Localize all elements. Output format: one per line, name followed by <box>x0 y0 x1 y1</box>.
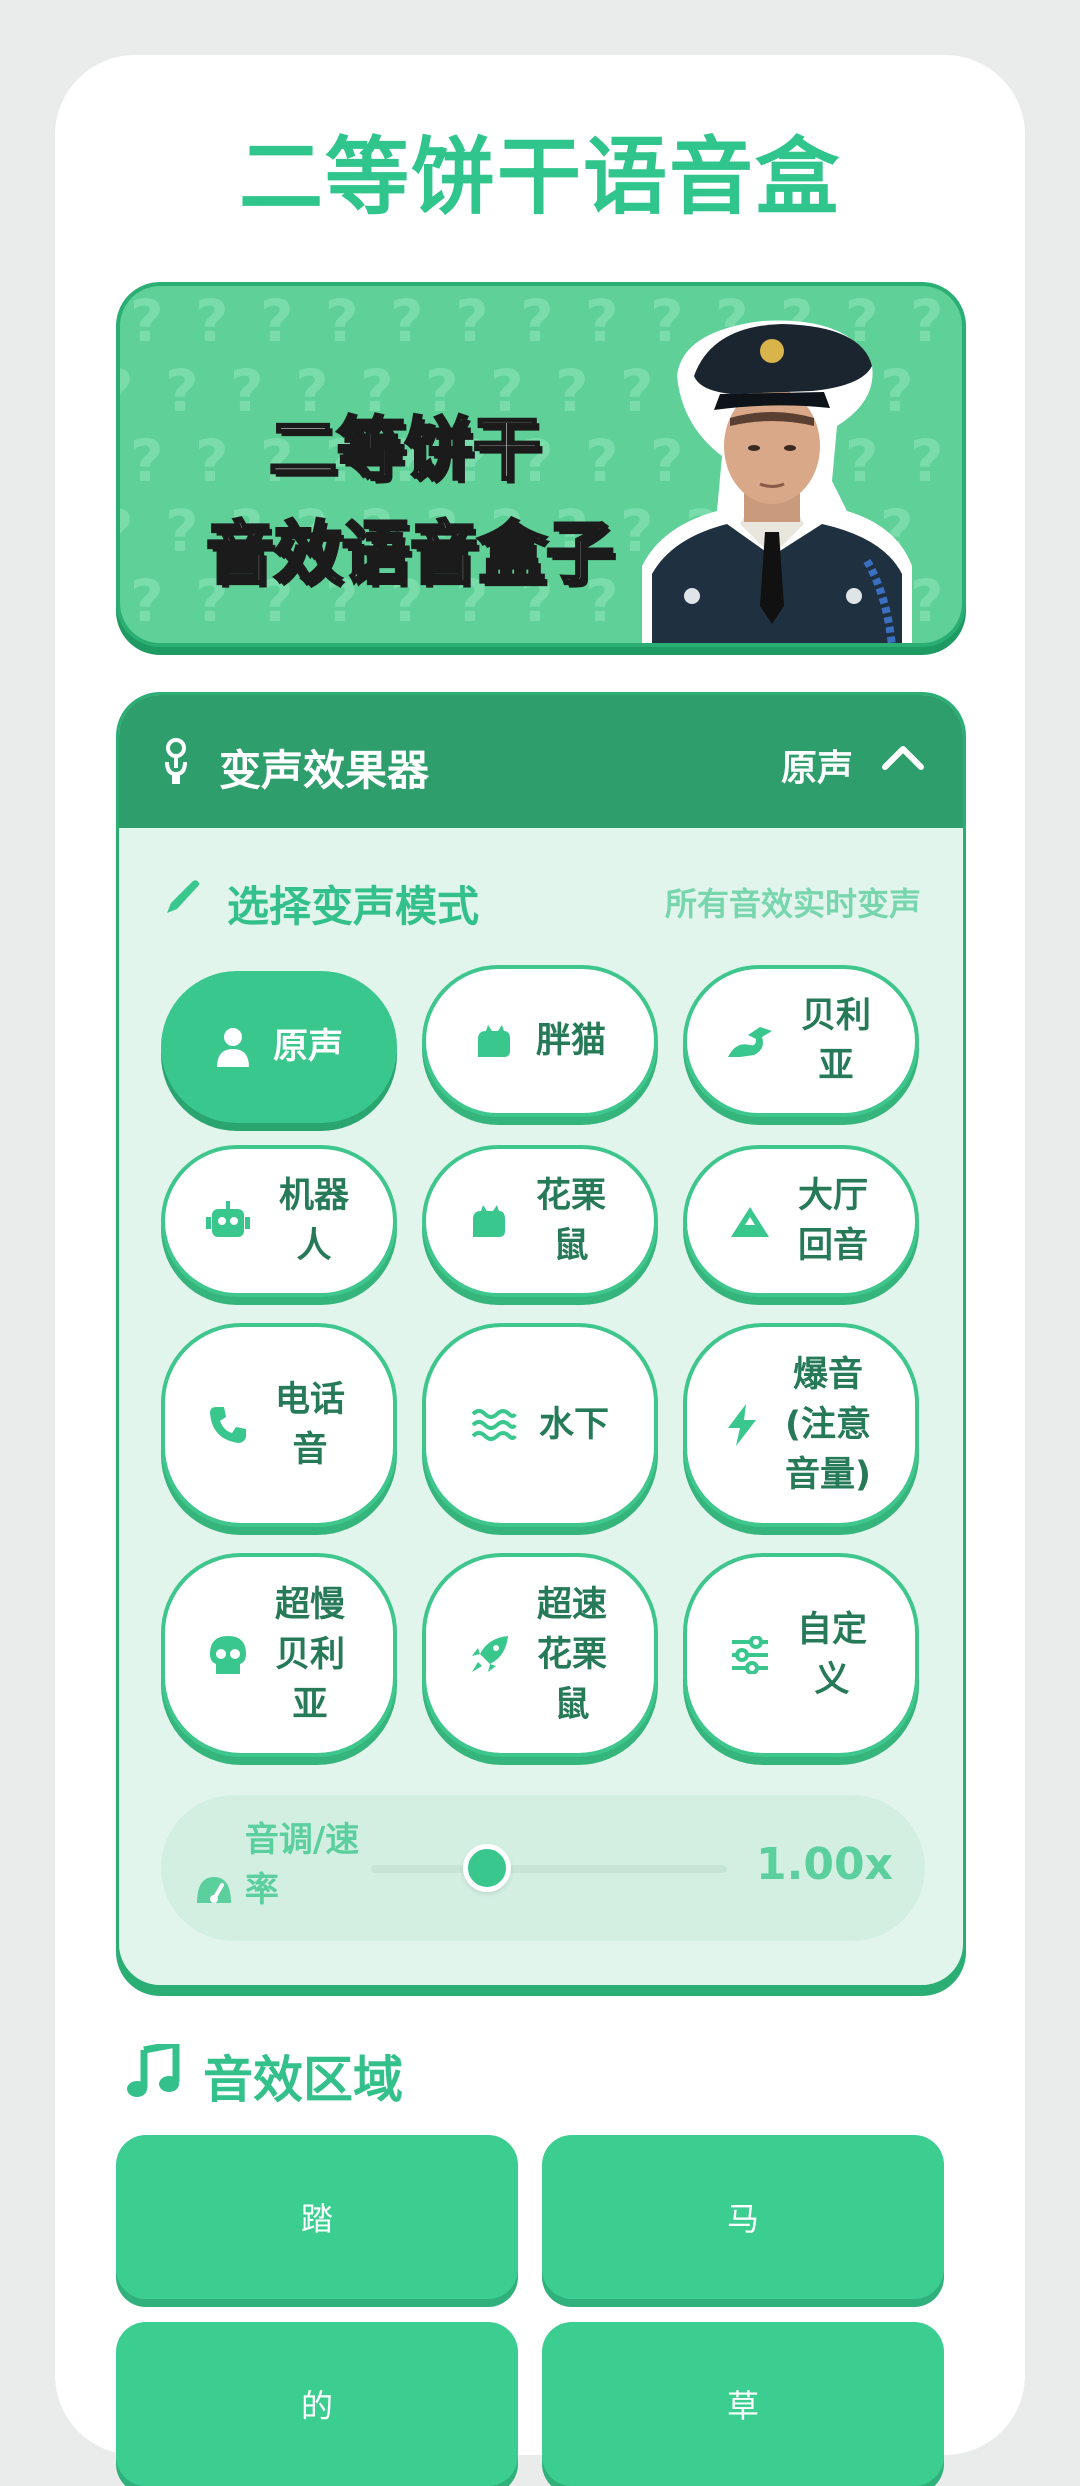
music-note-icon <box>127 2044 180 2097</box>
mode-label: 自定义 <box>796 1610 867 1700</box>
robot-icon <box>206 1201 250 1237</box>
mode-button-slow-belial[interactable]: 超慢贝利亚 <box>161 1553 397 1757</box>
mode-button-underwater[interactable]: 水下 <box>422 1323 658 1527</box>
phone-icon <box>210 1407 246 1443</box>
voice-changer-title: 变声效果器 <box>219 746 430 795</box>
svg-text:?: ? <box>120 357 134 425</box>
svg-text:?: ? <box>585 287 619 355</box>
dragon-icon <box>728 1027 772 1057</box>
voice-changer-panel: 变声效果器 原声 选择变声模式 所有音效实时变声 原声 胖猫 贝利亚 机器人 花… <box>116 692 966 1988</box>
voice-changer-header[interactable]: 变声效果器 原声 <box>119 695 963 828</box>
mode-label: 原声 <box>272 1027 343 1067</box>
mode-label: 超速花栗鼠 <box>536 1585 607 1725</box>
svg-text:?: ? <box>260 287 294 355</box>
effects-title: 音效区域 <box>203 2051 403 2109</box>
skull-icon <box>210 1636 246 1674</box>
svg-text:?: ? <box>325 287 359 355</box>
mode-button-phone[interactable]: 电话音 <box>161 1323 397 1527</box>
select-mode-title: 选择变声模式 <box>227 882 480 931</box>
effect-button-2[interactable]: 马 <box>542 2135 944 2299</box>
mode-label: 水下 <box>538 1405 609 1445</box>
mode-button-fat-cat[interactable]: 胖猫 <box>422 965 658 1117</box>
svg-text:?: ? <box>130 427 164 495</box>
pitch-slider-thumb[interactable] <box>463 1844 511 1892</box>
chevron-up-icon[interactable] <box>881 741 925 771</box>
mode-button-fast-chipmunk[interactable]: 超速花栗鼠 <box>422 1553 658 1757</box>
cat-icon <box>473 1205 505 1237</box>
mountain-icon <box>731 1207 769 1237</box>
svg-text:?: ? <box>130 287 164 355</box>
user-icon <box>216 1028 249 1067</box>
svg-text:?: ? <box>120 497 134 565</box>
svg-text:?: ? <box>165 357 199 425</box>
pitch-rate-control: 音调/速率 1.00x <box>161 1795 925 1941</box>
effect-button-1[interactable]: 踏 <box>116 2135 518 2299</box>
mode-label: 花栗鼠 <box>535 1176 606 1266</box>
select-mode-hint: 所有音效实时变声 <box>664 885 921 923</box>
pencil-icon <box>167 880 199 913</box>
soldier-portrait <box>642 320 912 643</box>
mode-label: 胖猫 <box>535 1021 606 1061</box>
water-icon <box>471 1409 517 1441</box>
cat-icon <box>477 1025 510 1057</box>
pitch-rate-label: 音调/速率 <box>195 1815 381 1915</box>
mode-label: 大厅回音 <box>797 1176 868 1266</box>
current-mode-label: 原声 <box>780 748 853 789</box>
effect-button-4[interactable]: 草 <box>542 2322 944 2486</box>
gauge-icon <box>197 1877 231 1903</box>
mode-label: 爆音(注意音量) <box>785 1355 871 1495</box>
app-title: 二等饼干语音盒 <box>238 128 841 226</box>
mode-button-hall-echo[interactable]: 大厅回音 <box>683 1145 919 1297</box>
banner-line-2: 音效语音盒子 <box>204 514 615 596</box>
mode-label: 机器人 <box>278 1176 349 1266</box>
svg-text:?: ? <box>130 567 164 635</box>
pitch-value: 1.00x <box>756 1839 893 1890</box>
effect-button-3[interactable]: 的 <box>116 2322 518 2486</box>
mode-button-chipmunk[interactable]: 花栗鼠 <box>422 1145 658 1297</box>
mode-button-distortion[interactable]: 爆音(注意音量) <box>683 1323 919 1527</box>
rocket-icon <box>472 1636 508 1672</box>
banner-line-1: 二等饼干 <box>267 410 542 492</box>
mode-button-robot[interactable]: 机器人 <box>161 1145 397 1297</box>
mode-label: 超慢贝利亚 <box>274 1585 345 1725</box>
sliders-icon <box>732 1636 768 1674</box>
mic-icon <box>165 738 187 784</box>
bolt-icon <box>728 1404 756 1446</box>
mode-label: 电话音 <box>274 1380 345 1470</box>
mode-label: 贝利亚 <box>800 996 871 1086</box>
mode-button-custom[interactable]: 自定义 <box>683 1553 919 1757</box>
svg-text:?: ? <box>455 287 489 355</box>
pitch-slider-track[interactable] <box>371 1865 727 1873</box>
mode-button-belial[interactable]: 贝利亚 <box>683 965 919 1117</box>
svg-text:?: ? <box>520 287 554 355</box>
mode-button-original[interactable]: 原声 <box>161 971 397 1123</box>
svg-text:?: ? <box>390 287 424 355</box>
svg-text:?: ? <box>195 287 229 355</box>
banner: ????????????? ????????????? ????????????… <box>116 282 966 647</box>
